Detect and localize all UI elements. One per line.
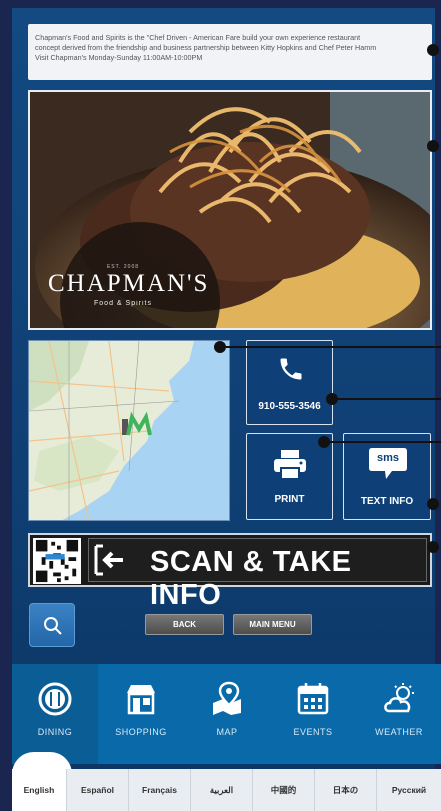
shopping-icon: [127, 685, 155, 715]
marker-line: [226, 346, 441, 348]
map-icon: [213, 681, 241, 715]
nav-weather-label: WEATHER: [375, 727, 423, 737]
search-icon: [44, 617, 62, 635]
logo-sub: Food & Spirits: [94, 300, 152, 307]
chapmans-logo: EST. 2008 CHAPMAN'S Food & Spirits: [48, 264, 210, 312]
lang-english[interactable]: English: [12, 769, 67, 811]
lang-chinese[interactable]: 中國的: [253, 769, 315, 811]
arrow-left-icon: [94, 544, 123, 576]
lang-japanese[interactable]: 日本の: [315, 769, 377, 811]
back-button[interactable]: BACK: [145, 614, 224, 635]
printer-icon: [274, 450, 306, 480]
nav-map-label: MAP: [216, 727, 238, 737]
marker-dot: [427, 498, 439, 510]
search-button[interactable]: [29, 603, 75, 647]
qr-code: [33, 538, 81, 584]
text-info-tile[interactable]: sms TEXT INFO: [343, 433, 431, 520]
marker-line: [338, 398, 441, 400]
lang-russian[interactable]: Русский: [377, 769, 441, 811]
marker-dot: [427, 140, 439, 152]
nav-dining-label: DINING: [37, 727, 73, 737]
logo-main: CHAPMAN'S: [48, 270, 210, 297]
text-info-label: TEXT INFO: [360, 496, 414, 507]
restaurant-description: Chapman's Food and Spirits is the "Chef …: [28, 24, 432, 80]
lang-francais[interactable]: Français: [129, 769, 191, 811]
lang-espanol[interactable]: Español: [67, 769, 129, 811]
phone-number: 910-555-3546: [258, 401, 321, 412]
nav-events-label: EVENTS: [293, 727, 333, 737]
scan-label: SCAN & TAKE INFO: [150, 546, 352, 611]
marker-dot: [214, 341, 226, 353]
map-graphic: [29, 341, 229, 520]
nav-dining[interactable]: DINING: [12, 664, 98, 764]
print-label: PRINT: [274, 494, 305, 505]
marker-dot: [326, 393, 338, 405]
nav-weather[interactable]: WEATHER: [356, 664, 441, 764]
lang-arabic[interactable]: العربية: [191, 769, 253, 811]
nav-shopping[interactable]: SHOPPING: [98, 664, 184, 764]
sms-badge: sms: [376, 452, 400, 464]
phone-icon: [280, 358, 302, 380]
scan-take-info-banner[interactable]: SCAN & TAKE INFO: [28, 533, 432, 611]
phone-tile[interactable]: 910-555-3546: [246, 340, 333, 425]
weather-icon: [384, 683, 414, 713]
nav-events[interactable]: EVENTS: [270, 664, 356, 764]
dining-icon: [38, 682, 72, 716]
marker-dot: [427, 44, 439, 56]
marker-dot: [427, 541, 439, 553]
description-line-2: concept derived from the friendship and …: [35, 43, 377, 52]
logo-est: EST. 2008: [106, 264, 140, 270]
location-map[interactable]: [28, 340, 230, 521]
nav-shopping-label: SHOPPING: [115, 727, 167, 737]
description-line-3: Visit Chapman's Monday-Sunday 11:00AM-10…: [35, 53, 203, 62]
description-line-1: Chapman's Food and Spirits is the "Chef …: [35, 33, 361, 42]
marker-dot: [318, 436, 330, 448]
main-menu-button[interactable]: MAIN MENU: [233, 614, 312, 635]
nav-map[interactable]: MAP: [184, 664, 270, 764]
language-bar: English Español Français العربية 中國的 日本の…: [12, 769, 441, 811]
hero-image: EST. 2008 CHAPMAN'S Food & Spirits: [28, 90, 432, 330]
marker-line: [330, 441, 441, 443]
events-icon: [297, 683, 329, 715]
bottom-nav: DINING SHOPPING MAP EVENTS WEATHER: [12, 664, 441, 764]
